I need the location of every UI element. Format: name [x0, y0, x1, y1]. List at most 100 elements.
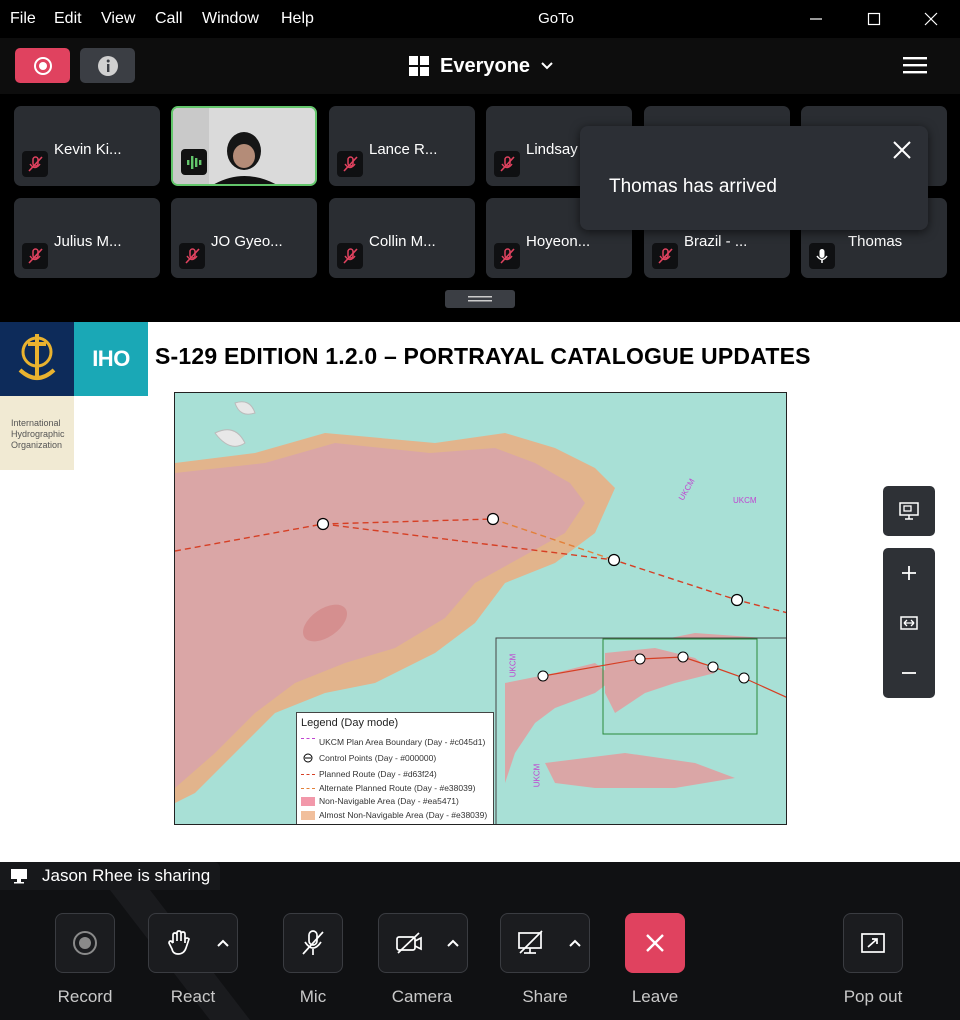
participant-tile-video[interactable] — [171, 106, 317, 186]
mic-off-icon — [302, 930, 324, 955]
hamburger-icon — [903, 57, 927, 74]
map-label-ukcm: UKCM — [532, 763, 542, 788]
mic-muted-icon — [337, 243, 363, 269]
recording-indicator[interactable] — [15, 48, 70, 83]
participant-name: JO Gyeo... — [211, 233, 283, 250]
share-button[interactable] — [500, 913, 561, 973]
zoom-out-button[interactable] — [883, 648, 935, 698]
menu-edit[interactable]: Edit — [54, 10, 82, 28]
presentation-icon — [899, 502, 919, 520]
minus-icon — [902, 672, 916, 674]
participant-tile[interactable]: Collin M... — [329, 198, 475, 278]
control-point-icon — [303, 753, 313, 763]
arrival-notification: Thomas has arrived — [580, 126, 928, 230]
mic-label: Mic — [299, 987, 327, 1006]
camera-label: Camera — [391, 987, 453, 1006]
plus-icon — [902, 566, 916, 580]
non-navigable-swatch — [301, 796, 315, 806]
view-selector[interactable]: Everyone — [408, 52, 554, 80]
participant-name: Brazil - ... — [684, 233, 748, 250]
sharing-status: Jason Rhee is sharing — [0, 862, 220, 890]
zoom-controls — [883, 548, 935, 698]
hand-icon — [167, 930, 190, 955]
chevron-up-icon — [446, 939, 459, 947]
record-button[interactable] — [55, 913, 115, 973]
mic-muted-icon — [22, 151, 48, 177]
iho-wordmark: IHO — [74, 322, 148, 396]
fit-width-icon — [900, 616, 918, 630]
boundary-swatch — [301, 737, 315, 747]
speaking-indicator-icon — [181, 149, 207, 175]
share-screen-icon — [517, 930, 543, 954]
participant-tile[interactable]: Julius M... — [14, 198, 160, 278]
pop-out-button[interactable] — [843, 913, 903, 973]
drag-handle-icon — [468, 296, 492, 302]
map-label-ukcm: UKCM — [508, 653, 518, 678]
menu-view[interactable]: View — [101, 10, 135, 28]
alt-route-swatch — [301, 787, 315, 789]
react-button[interactable] — [148, 913, 209, 973]
sharing-text: Jason Rhee is sharing — [42, 866, 211, 885]
iho-emblem — [0, 322, 74, 396]
chevron-up-icon — [216, 939, 229, 947]
maximize-icon — [867, 12, 881, 26]
maximize-button[interactable] — [845, 0, 903, 38]
react-options-button[interactable] — [208, 913, 238, 973]
slide-title: S-129 EDITION 1.2.0 – PORTRAYAL CATALOGU… — [155, 343, 811, 369]
menu-call[interactable]: Call — [155, 10, 183, 28]
mic-muted-icon — [494, 151, 520, 177]
share-options-button[interactable] — [560, 913, 590, 973]
menu-file[interactable]: File — [10, 10, 36, 28]
close-icon — [924, 12, 938, 26]
leave-label: Leave — [631, 987, 679, 1006]
menu-help[interactable]: Help — [281, 10, 314, 28]
mic-muted-icon — [22, 243, 48, 269]
minimize-button[interactable] — [787, 0, 845, 38]
participant-name: Collin M... — [369, 233, 436, 250]
legend-item: Alternate Planned Route (Day - #e38039) — [301, 783, 475, 793]
fit-to-screen-button[interactable] — [883, 598, 935, 648]
collapse-grid-handle[interactable] — [445, 290, 515, 308]
nautical-chart-map: UKCM UKCM UKCM UKCM Legend (Day mode) UK… — [174, 392, 787, 825]
share-label: Share — [522, 987, 568, 1006]
iho-short-name: IHO — [92, 346, 130, 371]
more-menu-button[interactable] — [900, 54, 930, 78]
participant-name: Lance R... — [369, 141, 438, 158]
legend-item: Almost Non-Navigable Area (Day - #e38039… — [301, 810, 487, 820]
mic-muted-icon — [494, 243, 520, 269]
mic-muted-icon — [179, 243, 205, 269]
participant-tile[interactable]: Lance R... — [329, 106, 475, 186]
leave-icon — [646, 934, 664, 952]
record-icon — [73, 931, 97, 955]
legend-item: Control Points (Day - #000000) — [301, 753, 436, 763]
monitor-icon — [11, 869, 27, 884]
participant-tile[interactable]: Kevin Ki... — [14, 106, 160, 186]
menu-window[interactable]: Window — [202, 10, 259, 28]
close-window-button[interactable] — [902, 0, 960, 38]
camera-options-button[interactable] — [438, 913, 468, 973]
chevron-up-icon — [568, 939, 581, 947]
leave-button[interactable] — [625, 913, 685, 973]
view-label: Everyone — [440, 54, 531, 77]
legend-item: Non-Navigable Area (Day - #ea5471) — [301, 796, 459, 806]
almost-non-navigable-swatch — [301, 810, 315, 820]
camera-button[interactable] — [378, 913, 439, 973]
participant-tile[interactable]: JO Gyeo... — [171, 198, 317, 278]
chevron-down-icon — [541, 62, 553, 70]
zoom-in-button[interactable] — [883, 548, 935, 598]
mic-on-icon — [809, 243, 835, 269]
info-button[interactable] — [80, 48, 135, 83]
record-icon — [33, 56, 52, 75]
anchor-logo-icon — [18, 334, 56, 380]
minimize-icon — [810, 18, 822, 20]
info-icon — [97, 55, 118, 76]
participant-name: Kevin Ki... — [54, 141, 122, 158]
mic-button[interactable] — [283, 913, 343, 973]
shared-screen: IHO International Hydrographic Organizat… — [0, 322, 960, 862]
legend-item: Planned Route (Day - #d63f24) — [301, 769, 437, 779]
legend-item: UKCM Plan Area Boundary (Day - #c045d1) — [301, 737, 485, 747]
notification-close-button[interactable] — [891, 139, 913, 161]
meeting-toolbar: Everyone — [0, 38, 960, 94]
route-swatch — [301, 773, 315, 775]
presenter-view-button[interactable] — [883, 486, 935, 536]
